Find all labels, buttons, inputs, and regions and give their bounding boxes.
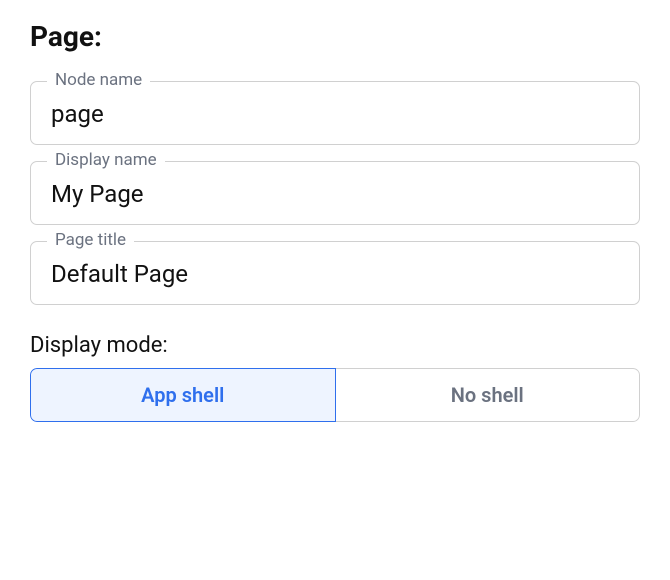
display-mode-label: Display mode: (30, 333, 640, 358)
page-title-field-group: Page title (30, 241, 640, 305)
page-title-label: Page title (47, 230, 134, 250)
page-section-title: Page: (30, 20, 640, 53)
display-name-input[interactable] (51, 180, 619, 208)
display-mode-no-shell-button[interactable]: No shell (336, 368, 641, 422)
display-name-field-group: Display name (30, 161, 640, 225)
node-name-field-group: Node name (30, 81, 640, 145)
node-name-input[interactable] (51, 100, 619, 128)
display-mode-app-shell-button[interactable]: App shell (30, 368, 336, 422)
node-name-label: Node name (47, 70, 150, 90)
display-mode-segmented: App shell No shell (30, 368, 640, 422)
page-title-input[interactable] (51, 260, 619, 288)
display-name-label: Display name (47, 150, 165, 170)
